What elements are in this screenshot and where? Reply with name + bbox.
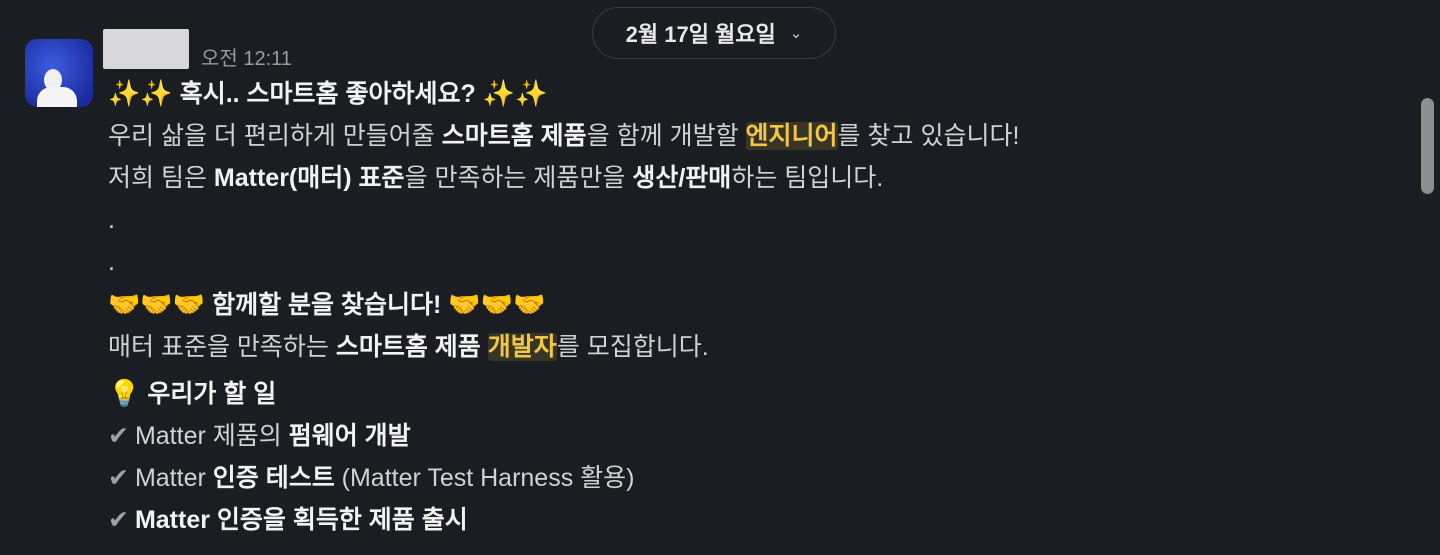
text: 을 만족하는 제품만을 [404, 164, 633, 192]
heading-text: 우리가 할 일 [147, 380, 277, 408]
paragraph-intro: 우리 삶을 더 편리하게 만들어줄 스마트홈 제품을 함께 개발할 엔지니어를 … [108, 115, 1328, 157]
message-body: ✨✨ 혹시.. 스마트홈 좋아하세요? ✨✨ 우리 삶을 더 편리하게 만들어줄… [108, 72, 1328, 541]
text: 저희 팀은 [108, 164, 214, 192]
date-divider-button[interactable]: 2월 17일 월요일 ⌄ [592, 7, 836, 59]
text: 매터 표준을 만족하는 [108, 333, 336, 361]
check-mark-icon: ✔ [108, 506, 129, 534]
lightbulb-icon: 💡 [108, 378, 141, 408]
dot-line: . [108, 206, 115, 234]
task-item: ✔ Matter 인증을 획득한 제품 출시 [108, 499, 1328, 541]
handshake-icon: 🤝🤝🤝 [108, 289, 206, 319]
sparkles-icon: ✨✨ [108, 78, 173, 108]
handshake-icon: 🤝🤝🤝 [448, 289, 546, 319]
text: Matter 제품의 [134, 422, 289, 450]
text: 를 모집합니다. [556, 333, 709, 361]
text: 을 함께 개발할 [586, 122, 746, 150]
scrollbar-thumb[interactable] [1421, 98, 1434, 194]
task-item: ✔ Matter 인증 테스트 (Matter Test Harness 활용) [108, 457, 1328, 499]
heading-recruiting: 🤝🤝🤝 함께할 분을 찾습니다! 🤝🤝🤝 [108, 283, 1328, 326]
text: (Matter Test Harness 활용) [334, 464, 635, 492]
text: Matter [134, 464, 213, 492]
heading-smart-home: ✨✨ 혹시.. 스마트홈 좋아하세요? ✨✨ [108, 72, 1328, 115]
sparkles-icon: ✨✨ [482, 78, 548, 108]
text: 를 찾고 있습니다! [837, 122, 1020, 150]
bold-text: Matter(매터) 표준 [213, 164, 405, 192]
heading-text: 함께할 분을 찾습니다! [212, 291, 442, 319]
avatar[interactable] [25, 39, 93, 107]
bold-text: 스마트홈 제품 [335, 333, 488, 361]
text: 하는 팀입니다. [731, 164, 884, 192]
check-mark-icon: ✔ [108, 464, 129, 492]
date-label: 2월 17일 월요일 [625, 22, 776, 47]
bold-text: 펌웨어 개발 [288, 422, 411, 450]
dot-line: . [108, 248, 115, 276]
heading-text: 혹시.. 스마트홈 좋아하세요? [179, 80, 476, 108]
heading-what-we-do: 💡 우리가 할 일 [108, 372, 1328, 415]
chevron-down-icon: ⌄ [789, 25, 803, 42]
text: 우리 삶을 더 편리하게 만들어줄 [108, 122, 442, 150]
highlighted-keyword: 개발자 [487, 333, 557, 361]
paragraph-team: 저희 팀은 Matter(매터) 표준을 만족하는 제품만을 생산/판매하는 팀… [108, 157, 1328, 199]
check-mark-icon: ✔ [108, 422, 129, 450]
sender-name-redacted[interactable] [103, 29, 189, 69]
paragraph-recruiting: 매터 표준을 만족하는 스마트홈 제품 개발자를 모집합니다. [108, 326, 1328, 368]
bold-text: 인증 테스트 [212, 464, 335, 492]
task-item: ✔ Matter 제품의 펌웨어 개발 [108, 415, 1328, 457]
bold-text: 스마트홈 제품 [441, 122, 587, 150]
message-timestamp[interactable]: 오전 12:11 [201, 42, 292, 71]
bold-text: Matter 인증을 획득한 제품 출시 [134, 506, 468, 534]
bold-text: 생산/판매 [632, 164, 732, 192]
highlighted-keyword: 엔지니어 [745, 122, 838, 150]
avatar-figure-body [37, 87, 77, 107]
